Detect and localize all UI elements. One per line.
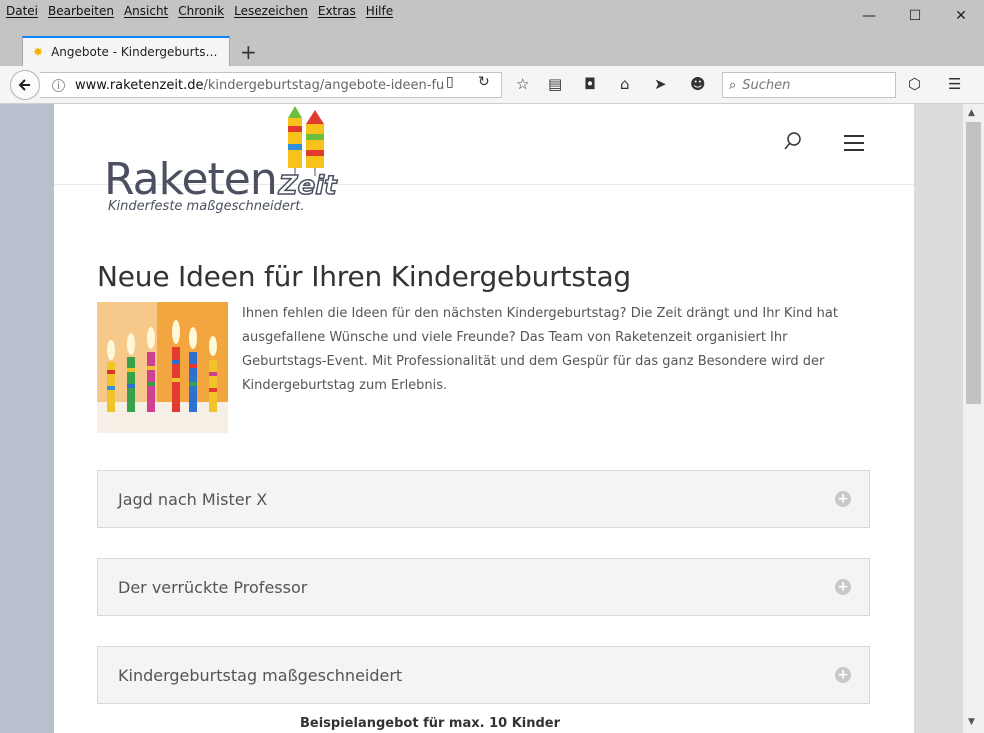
- menu-bar: Datei Bearbeiten Ansicht Chronik Lesezei…: [0, 0, 984, 22]
- viewport: RaketenZeit Kinderfeste maßgeschneidert.…: [0, 104, 962, 733]
- intro-text: Ihnen fehlen die Ideen für den nächsten …: [242, 306, 838, 393]
- vertical-scrollbar[interactable]: ▲ ▼: [962, 104, 984, 733]
- url-domain: www.raketenzeit.de: [75, 77, 204, 93]
- back-button[interactable]: [10, 70, 40, 100]
- hamburger-menu-icon[interactable]: ☰: [948, 75, 961, 93]
- page-title: Neue Ideen für Ihren Kindergeburtstag: [97, 260, 631, 293]
- accordion-title: Kindergeburtstag maßgeschneidert: [118, 665, 403, 685]
- bookmarks-list-icon[interactable]: ▤: [548, 75, 562, 93]
- menu-ansicht[interactable]: Ansicht: [124, 4, 168, 18]
- scrollbar-thumb[interactable]: [966, 122, 981, 404]
- reload-icon[interactable]: ↻: [478, 74, 490, 90]
- reader-view-icon[interactable]: ▯: [446, 74, 454, 90]
- site-menu-icon[interactable]: [844, 135, 864, 156]
- back-arrow-icon: [18, 79, 30, 91]
- search-input[interactable]: ⌕ Suchen: [722, 72, 896, 98]
- tab-title: Angebote - Kindergeburts…: [51, 45, 218, 59]
- extension-icon[interactable]: ⬡: [908, 75, 921, 93]
- search-placeholder: Suchen: [742, 77, 791, 93]
- menu-datei[interactable]: Datei: [6, 4, 38, 18]
- home-icon[interactable]: ⌂: [620, 75, 630, 93]
- send-icon[interactable]: ➤: [654, 75, 667, 93]
- birthday-candles-image: [97, 302, 228, 433]
- accordion-item[interactable]: Jagd nach Mister X +: [97, 470, 870, 528]
- emoji-icon[interactable]: ☻: [690, 75, 706, 93]
- site-search-icon[interactable]: [784, 132, 802, 150]
- menu-bearbeiten[interactable]: Bearbeiten: [48, 4, 114, 18]
- expand-plus-icon[interactable]: +: [835, 667, 851, 683]
- partially-hidden-text: Beispielangebot für max. 10 Kinder: [300, 716, 561, 731]
- scroll-up-icon[interactable]: ▲: [968, 108, 975, 118]
- menu-chronik[interactable]: Chronik: [178, 4, 224, 18]
- search-icon: ⌕: [729, 77, 737, 93]
- tab-strip: ✸ Angebote - Kindergeburts… +: [0, 22, 984, 66]
- background-pane: [913, 104, 962, 733]
- nav-bar: i www.raketenzeit.de/kindergeburtstag/an…: [0, 66, 984, 104]
- menu-hilfe[interactable]: Hilfe: [366, 4, 393, 18]
- menu-extras[interactable]: Extras: [318, 4, 356, 18]
- accordion-title: Der verrückte Professor: [118, 577, 308, 597]
- logo-accent-text: Zeit: [278, 170, 337, 202]
- page-content: RaketenZeit Kinderfeste maßgeschneidert.…: [54, 104, 914, 733]
- url-path: /kindergeburtstag/angebote-ideen-fu: [203, 77, 445, 93]
- url-bar[interactable]: i www.raketenzeit.de/kindergeburtstag/an…: [40, 72, 502, 98]
- logo-main-text: Raketen: [104, 154, 278, 205]
- info-icon[interactable]: i: [52, 78, 65, 92]
- accordion-item[interactable]: Kindergeburtstag maßgeschneidert +: [97, 646, 870, 704]
- new-tab-button[interactable]: +: [240, 40, 257, 64]
- pocket-icon[interactable]: ◘: [584, 75, 596, 93]
- bookmark-star-icon[interactable]: ☆: [516, 75, 529, 93]
- accordion-item[interactable]: Der verrückte Professor +: [97, 558, 870, 616]
- expand-plus-icon[interactable]: +: [835, 579, 851, 595]
- favicon-icon: ✸: [33, 45, 44, 59]
- tab-angebote[interactable]: ✸ Angebote - Kindergeburts…: [22, 36, 230, 66]
- accordion-title: Jagd nach Mister X: [118, 489, 268, 509]
- expand-plus-icon[interactable]: +: [835, 491, 851, 507]
- scroll-down-icon[interactable]: ▼: [968, 717, 975, 727]
- menu-lesezeichen[interactable]: Lesezeichen: [234, 4, 308, 18]
- logo-tagline: Kinderfeste maßgeschneidert.: [108, 199, 305, 214]
- site-logo[interactable]: RaketenZeit Kinderfeste maßgeschneidert.: [104, 154, 337, 214]
